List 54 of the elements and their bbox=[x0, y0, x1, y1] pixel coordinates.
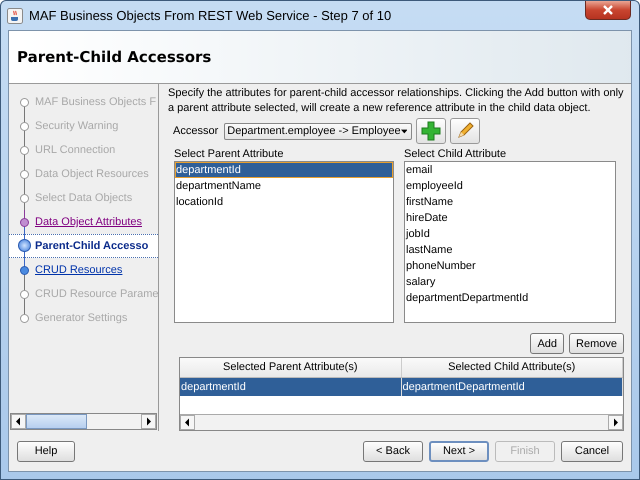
column-header[interactable]: Selected Child Attribute(s) bbox=[402, 358, 623, 377]
description-text: Specify the attributes for parent-child accessor relationships. Clicking the Add button with only a parent attribute selected, will create a new reference attribute in the child data object. bbox=[168, 86, 624, 116]
list-action-button[interactable]: Add bbox=[530, 333, 564, 354]
plus-icon bbox=[421, 121, 442, 141]
step-item[interactable]: Data Object Attributes bbox=[35, 216, 142, 228]
list-item[interactable]: lastName bbox=[405, 242, 615, 258]
list-label: Select Parent Attribute bbox=[174, 148, 284, 161]
close-icon bbox=[602, 5, 614, 15]
table-cell: departmentDepartmentId bbox=[402, 378, 623, 396]
step-item: URL Connection bbox=[35, 144, 116, 156]
list-item[interactable]: jobId bbox=[405, 226, 615, 242]
list-label: Select Child Attribute bbox=[404, 148, 508, 161]
accessor-label: Accessor bbox=[173, 125, 218, 137]
list-action-button[interactable]: Remove bbox=[569, 333, 624, 354]
help-button[interactable]: Help bbox=[17, 440, 75, 462]
scroll-right-button[interactable] bbox=[608, 415, 623, 430]
coffee-cup-icon bbox=[7, 8, 23, 24]
list-item[interactable]: firstName bbox=[405, 194, 615, 210]
list-item[interactable]: email bbox=[405, 162, 615, 178]
page-title: Parent-Child Accessors bbox=[17, 48, 212, 66]
scroll-left-button[interactable] bbox=[11, 414, 26, 429]
step-item[interactable]: CRUD Resources bbox=[35, 264, 122, 276]
scroll-right-button[interactable] bbox=[141, 414, 156, 429]
wizard-button[interactable]: < Back bbox=[363, 440, 423, 462]
step-item: Security Warning bbox=[35, 120, 118, 132]
step-item: Select Data Objects bbox=[35, 192, 132, 204]
step-item: Data Object Resources bbox=[35, 168, 149, 180]
list-item[interactable]: locationId bbox=[175, 194, 393, 210]
table-cell: departmentId bbox=[180, 378, 402, 396]
step-item: Generator Settings bbox=[35, 312, 128, 324]
list-item[interactable]: departmentDepartmentId bbox=[405, 290, 615, 306]
accessor-dropdown[interactable]: Department.employee -> Employee bbox=[224, 122, 412, 140]
horizontal-scrollbar[interactable] bbox=[180, 414, 623, 430]
horizontal-scrollbar[interactable] bbox=[10, 413, 157, 430]
edit-accessor-button[interactable] bbox=[450, 118, 480, 144]
add-accessor-button[interactable] bbox=[416, 118, 446, 144]
column-header[interactable]: Selected Parent Attribute(s) bbox=[180, 358, 402, 377]
wizard-button[interactable]: Next > bbox=[429, 440, 489, 462]
scroll-thumb[interactable] bbox=[26, 414, 87, 429]
list-item[interactable]: employeeId bbox=[405, 178, 615, 194]
list-item[interactable]: hireDate bbox=[405, 210, 615, 226]
pencil-icon bbox=[455, 121, 476, 141]
list-item[interactable]: salary bbox=[405, 274, 615, 290]
scroll-left-button[interactable] bbox=[180, 415, 195, 430]
dropdown-arrow-icon bbox=[400, 128, 408, 134]
wizard-button[interactable]: Cancel bbox=[561, 440, 623, 462]
list-item[interactable]: departmentId bbox=[175, 162, 393, 178]
list-item[interactable]: departmentName bbox=[175, 178, 393, 194]
window-title: MAF Business Objects From REST Web Service - Step 7 of 10 bbox=[29, 8, 392, 23]
table-row[interactable]: departmentId departmentDepartmentId bbox=[180, 378, 623, 396]
step-item: MAF Business Objects F bbox=[35, 96, 156, 108]
list-item[interactable]: phoneNumber bbox=[405, 258, 615, 274]
close-button[interactable] bbox=[585, 1, 631, 20]
step-item: CRUD Resource Parame bbox=[35, 288, 158, 300]
